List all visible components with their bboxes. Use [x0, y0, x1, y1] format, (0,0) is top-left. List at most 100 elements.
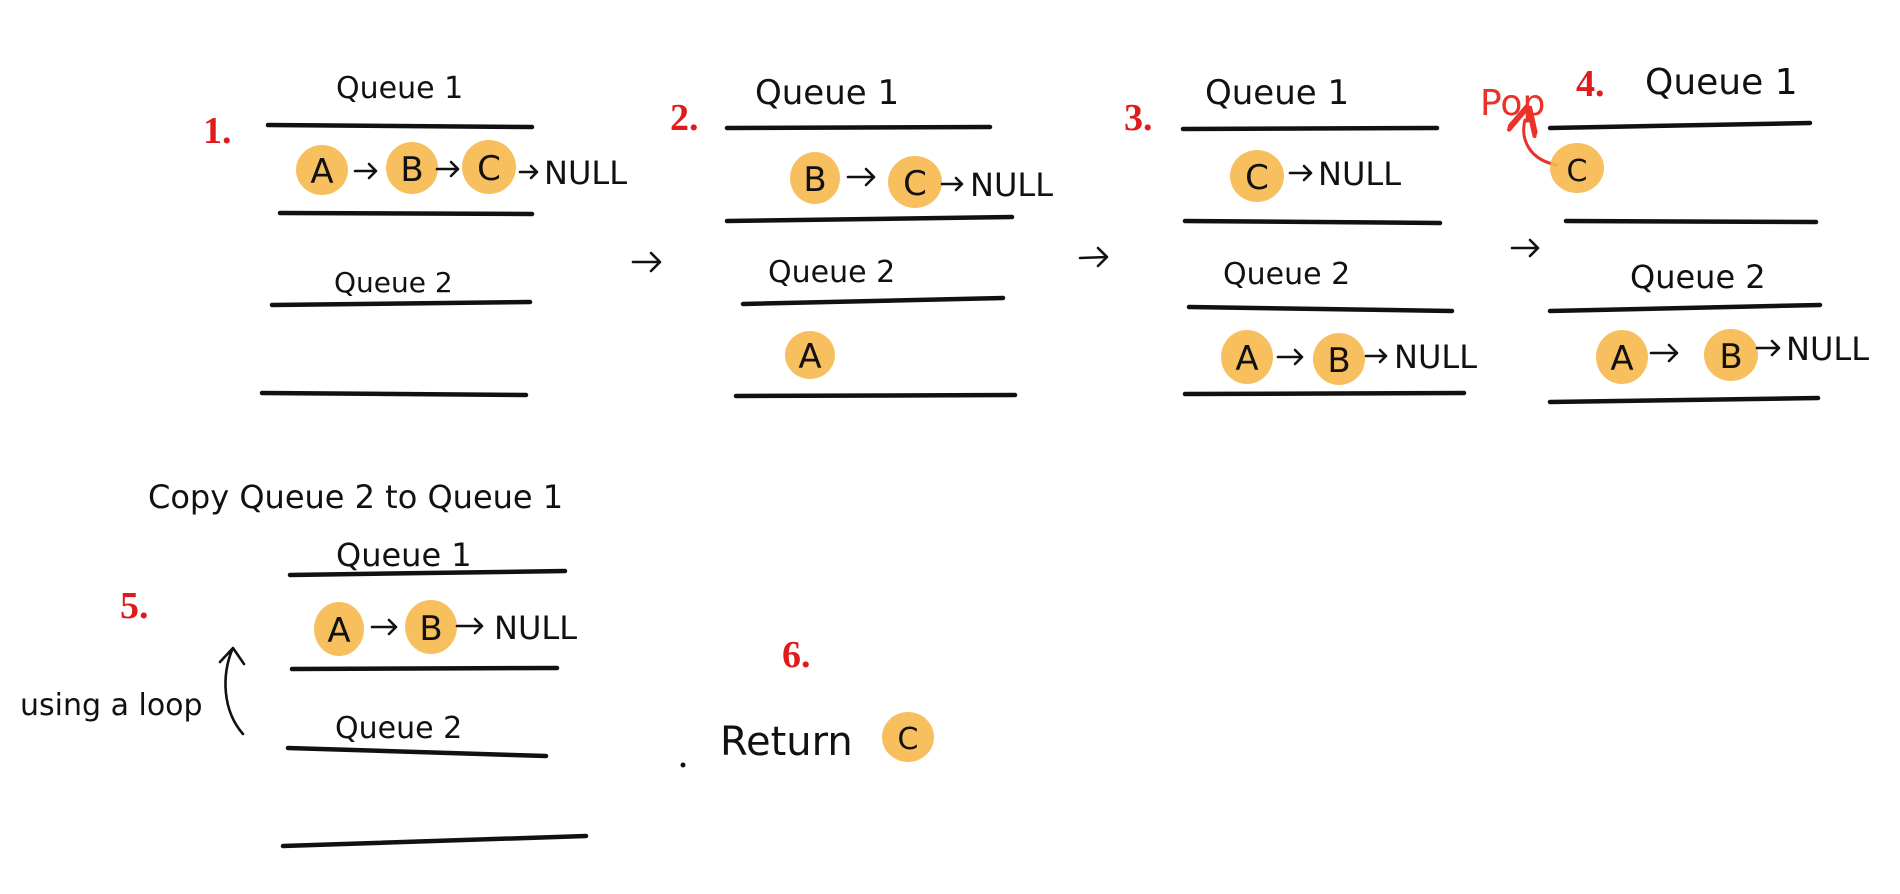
step-6-return-text: Return: [720, 719, 853, 765]
step-1-arrow-b-c: [435, 160, 460, 178]
step-3-queue-2-top-line: [1186, 304, 1455, 314]
step-5-queue-1-node-a: A: [314, 602, 364, 656]
step-6-number: 6.: [782, 634, 811, 676]
step-1-queue-1-bottom-line: [277, 210, 535, 217]
step-1-queue-1-null: NULL: [544, 154, 627, 192]
diagram-canvas: 1. Queue 1 A B C NULL Queue 2 2. Queue 1: [20, 62, 1869, 849]
svg-text:B: B: [400, 150, 423, 190]
arrow-step-1-to-2: [631, 251, 662, 273]
step-5-queue-2-top-line: [285, 745, 549, 759]
step-5-heading: Copy Queue 2 to Queue 1: [148, 478, 563, 516]
step-5: Copy Queue 2 to Queue 1 5. using a loop …: [20, 478, 589, 849]
step-1-queue-1-top-line: [265, 122, 535, 130]
step-2-arrow-c-null: [940, 176, 964, 192]
step-4-queue-2-label: Queue 2: [1630, 258, 1766, 296]
step-4-queue-1-top-line: [1547, 120, 1813, 131]
step-4-queue-2-node-b: B: [1704, 329, 1758, 381]
step-1-arrow-a-b: [353, 162, 378, 180]
svg-text:B: B: [419, 609, 442, 649]
svg-text:A: A: [1235, 339, 1258, 379]
step-3-queue-2-null: NULL: [1394, 338, 1477, 376]
step-3-queue-1-label: Queue 1: [1205, 73, 1349, 113]
step-4-queue-1-label: Queue 1: [1645, 62, 1798, 103]
step-5-queue-1-bottom-line: [289, 665, 560, 672]
step-1-number: 1.: [203, 110, 232, 152]
step-5-loop-arrow: [218, 646, 246, 736]
step-3-queue-2-node-b: B: [1313, 333, 1365, 385]
step-4-arrow-a-b: [1649, 343, 1679, 363]
step-4: Pop 4. Queue 1 C Queue 2 A B NULL: [1480, 62, 1869, 405]
step-3: 3. Queue 1 C NULL Queue 2 A B NULL: [1124, 73, 1477, 397]
step-5-queue-2-label: Queue 2: [335, 711, 462, 746]
step-2-queue-1-null: NULL: [970, 166, 1053, 204]
step-2-queue-1-node-c: C: [888, 156, 942, 208]
step-4-queue-2-bottom-line: [1547, 395, 1821, 405]
step-4-queue-2-null: NULL: [1786, 330, 1869, 368]
arrow-step-2-to-3: [1078, 246, 1109, 268]
step-3-queue-1-bottom-line: [1182, 218, 1443, 226]
step-5-queue-1-node-b: B: [405, 600, 457, 654]
svg-text:B: B: [1719, 337, 1742, 377]
step-2: 2. Queue 1 B C NULL Queue 2 A: [670, 73, 1053, 399]
step-3-queue-1-node-c: C: [1230, 150, 1284, 202]
step-2-number: 2.: [670, 97, 699, 139]
step-3-queue-2-bottom-line: [1182, 390, 1467, 397]
step-6-return-node-c: C: [882, 712, 934, 762]
step-2-queue-2-top-line: [740, 295, 1006, 307]
svg-text:C: C: [898, 722, 919, 757]
step-3-queue-1-top-line: [1180, 125, 1440, 132]
step-4-queue-1-bottom-line: [1563, 218, 1819, 225]
svg-text:C: C: [1245, 158, 1269, 198]
step-1-queue-2-bottom-line: [259, 390, 529, 398]
step-5-queue-1-null: NULL: [494, 609, 577, 647]
step-3-arrow-a-b: [1276, 348, 1304, 366]
step-4-pop-annotation: Pop: [1480, 83, 1545, 124]
svg-text:C: C: [903, 164, 927, 204]
step-3-arrow-b-null: [1364, 348, 1388, 364]
step-1-queue-1-node-a: A: [296, 145, 348, 195]
step-2-queue-1-label: Queue 1: [755, 73, 899, 113]
step-4-arrow-b-null: [1755, 339, 1781, 357]
step-6: 6. Return C: [680, 634, 934, 768]
step-2-queue-2-bottom-line: [733, 392, 1018, 399]
svg-text:C: C: [477, 149, 501, 189]
svg-text:B: B: [803, 160, 826, 200]
step-3-queue-1-null: NULL: [1318, 155, 1401, 193]
step-1-queue-1-node-b: B: [386, 142, 438, 194]
svg-text:A: A: [798, 337, 821, 377]
step-3-queue-2-label: Queue 2: [1223, 257, 1350, 292]
step-2-queue-2-label: Queue 2: [768, 255, 895, 290]
step-5-side-note: using a loop: [20, 688, 203, 723]
step-4-number: 4.: [1576, 63, 1605, 105]
step-5-queue-2-bottom-line: [280, 833, 589, 849]
step-4-queue-1-node-c: C: [1550, 143, 1604, 193]
step-2-queue-2-node-a: A: [785, 331, 835, 379]
step-1-queue-1-label: Queue 1: [336, 71, 463, 106]
step-2-queue-1-bottom-line: [724, 214, 1015, 224]
step-1: 1. Queue 1 A B C NULL Queue 2: [203, 71, 627, 398]
step-3-queue-2-node-a: A: [1221, 330, 1273, 384]
svg-text:A: A: [1610, 339, 1633, 379]
step-5-queue-1-top-line: [287, 568, 568, 578]
step-6-dot: [680, 762, 686, 768]
step-2-queue-1-top-line: [724, 124, 993, 131]
step-5-arrow-a-b: [370, 618, 398, 636]
step-1-queue-2-label: Queue 2: [334, 266, 453, 299]
svg-text:A: A: [310, 152, 333, 192]
step-2-arrow-b-c: [846, 167, 876, 187]
step-3-arrow-c-null: [1288, 164, 1313, 182]
step-1-arrow-c-null: [518, 164, 539, 180]
step-5-number: 5.: [120, 585, 149, 627]
step-5-queue-1-label: Queue 1: [336, 536, 472, 574]
svg-text:B: B: [1327, 341, 1350, 381]
step-1-queue-2-top-line: [269, 299, 533, 308]
step-1-queue-1-node-c: C: [462, 140, 516, 194]
svg-text:A: A: [327, 611, 350, 651]
svg-text:C: C: [1567, 154, 1588, 189]
arrow-step-3-to-4: [1510, 238, 1540, 258]
step-4-queue-2-top-line: [1547, 302, 1823, 314]
step-3-number: 3.: [1124, 97, 1153, 139]
step-5-arrow-b-null: [455, 617, 484, 635]
step-4-queue-2-node-a: A: [1596, 330, 1648, 384]
step-2-queue-1-node-b: B: [790, 152, 840, 204]
